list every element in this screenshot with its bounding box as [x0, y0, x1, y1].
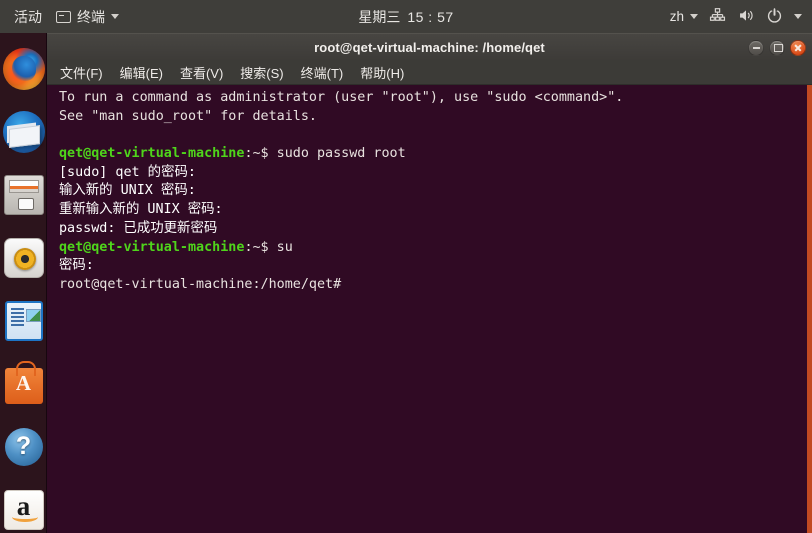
dock-item-help[interactable] — [0, 415, 47, 478]
music-player-icon — [3, 237, 44, 278]
terminal-text-segment: 密码: — [59, 258, 94, 274]
terminal-line: To run a command as administrator (user … — [59, 89, 812, 108]
terminal-text-segment: 重新输入新的 UNIX 密码: — [59, 202, 223, 218]
gnome-top-bar: 活动 终端 星期三 15 : 57 zh — [0, 0, 812, 33]
terminal-text: To run a command as administrator (user … — [47, 85, 812, 295]
terminal-text-segment: [sudo] qet 的密码: — [59, 164, 196, 180]
language-label: zh — [669, 9, 684, 24]
top-bar-status-area: zh — [670, 0, 802, 33]
chevron-down-icon — [690, 14, 698, 19]
app-menu-label: 终端 — [77, 8, 105, 25]
terminal-text-segment: To run a command as administrator (user … — [59, 90, 624, 105]
file-manager-icon — [3, 174, 44, 215]
menu-terminal[interactable]: 终端(T) — [301, 63, 344, 82]
terminal-icon — [56, 10, 71, 23]
terminal-line: [sudo] qet 的密码: — [59, 164, 812, 183]
firefox-icon — [2, 47, 45, 90]
terminal-text-segment: root@qet-virtual-machine:/home/qet# — [59, 276, 342, 292]
terminal-line: 重新输入新的 UNIX 密码: — [59, 201, 812, 220]
app-menu-button[interactable]: 终端 — [56, 7, 119, 27]
dock-item-files[interactable] — [0, 163, 47, 226]
scrollbar-thumb[interactable] — [807, 85, 812, 533]
chevron-down-icon[interactable] — [794, 14, 802, 19]
terminal-line: 密码: — [59, 257, 812, 276]
clock-day-label: 星期三 — [358, 8, 401, 25]
document-writer-icon — [4, 300, 43, 341]
amazon-icon — [3, 489, 44, 530]
maximize-button[interactable] — [769, 39, 785, 56]
activities-button[interactable]: 活动 — [14, 7, 42, 27]
terminal-window: root@qet-virtual-machine: /home/qet 文件(F… — [47, 33, 812, 533]
menu-help[interactable]: 帮助(H) — [360, 63, 404, 82]
software-bag-icon — [4, 360, 43, 404]
terminal-text-segment: See "man sudo_root" for details. — [59, 108, 317, 124]
window-title: root@qet-virtual-machine: /home/qet — [314, 39, 545, 55]
window-title-bar[interactable]: root@qet-virtual-machine: /home/qet — [47, 33, 812, 60]
terminal-text-segment: passwd: 已成功更新密码 — [59, 220, 218, 236]
terminal-text-segment: 输入新的 UNIX 密码: — [59, 183, 196, 199]
terminal-menu-bar: 文件(F) 编辑(E) 查看(V) 搜索(S) 终端(T) 帮助(H) — [47, 60, 812, 85]
menu-file[interactable]: 文件(F) — [60, 63, 103, 82]
menu-edit[interactable]: 编辑(E) — [120, 63, 163, 82]
terminal-text-segment: qet@qet-virtual-machine — [59, 146, 245, 162]
terminal-line: qet@qet-virtual-machine:~$ su — [59, 239, 812, 258]
terminal-line: qet@qet-virtual-machine:~$ sudo passwd r… — [59, 145, 812, 164]
terminal-line: See "man sudo_root" for details. — [59, 108, 812, 127]
desktop-screen: 活动 终端 星期三 15 : 57 zh A ? a root@qet-virt… — [0, 0, 812, 533]
chevron-down-icon — [111, 14, 119, 19]
terminal-line: root@qet-virtual-machine:/home/qet# — [59, 276, 812, 295]
terminal-scrollbar[interactable] — [807, 85, 812, 533]
close-button[interactable] — [790, 39, 806, 56]
dock-item-firefox[interactable] — [0, 37, 47, 100]
mail-icon — [2, 110, 45, 153]
dock-item-ubuntu-software[interactable] — [0, 352, 47, 415]
terminal-text-segment: :~$ su — [244, 239, 293, 255]
terminal-line: passwd: 已成功更新密码 — [59, 220, 812, 239]
volume-speaker-icon[interactable] — [737, 7, 755, 27]
terminal-output-area[interactable]: To run a command as administrator (user … — [47, 85, 812, 533]
clock-time-label: 15 : 57 — [407, 8, 454, 25]
dock-item-thunderbird[interactable] — [0, 100, 47, 163]
minimize-button[interactable] — [748, 39, 764, 56]
language-indicator[interactable]: zh — [670, 9, 698, 24]
help-question-icon — [4, 427, 43, 466]
top-bar-left-group: 活动 终端 — [0, 7, 119, 27]
terminal-line: 输入新的 UNIX 密码: — [59, 182, 812, 201]
dock-item-amazon[interactable] — [0, 478, 47, 533]
window-controls — [748, 34, 806, 61]
dock-item-libreoffice-writer[interactable] — [0, 289, 47, 352]
ubuntu-dock — [0, 33, 47, 533]
terminal-text-segment: qet@qet-virtual-machine — [59, 239, 245, 255]
power-icon[interactable] — [766, 7, 783, 27]
terminal-text-segment: :~$ sudo passwd root — [244, 146, 406, 162]
dock-item-rhythmbox[interactable] — [0, 226, 47, 289]
menu-search[interactable]: 搜索(S) — [240, 63, 283, 82]
activities-label: 活动 — [14, 8, 42, 25]
network-wired-icon[interactable] — [709, 7, 726, 27]
menu-view[interactable]: 查看(V) — [180, 63, 223, 82]
